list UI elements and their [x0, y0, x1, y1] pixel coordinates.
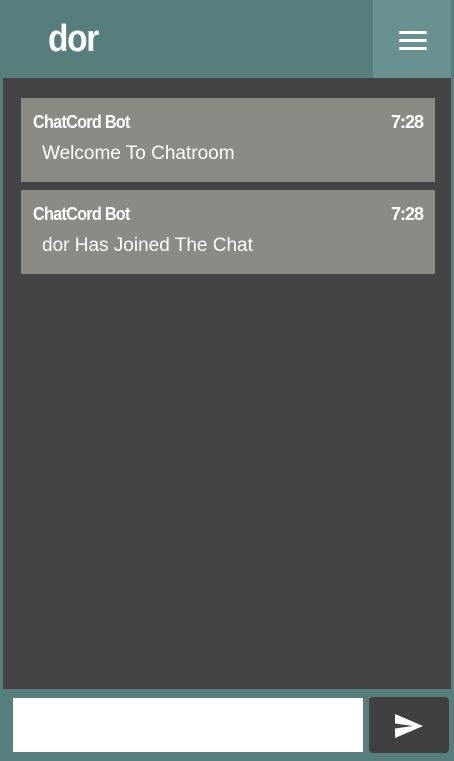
- message-item: ChatCord Bot 7:28 Welcome To Chatroom: [21, 98, 435, 182]
- message-text: Welcome To Chatroom: [42, 143, 235, 164]
- message-time: 7:28: [390, 204, 424, 224]
- menu-button[interactable]: [373, 0, 451, 78]
- message-list[interactable]: ChatCord Bot 7:28 Welcome To Chatroom Ch…: [21, 98, 435, 282]
- chat-app: dor ChatCord Bot 7:28 Welcome To Chatroo…: [0, 0, 454, 761]
- room-title: dor: [48, 18, 99, 60]
- message-composer: [3, 689, 451, 761]
- message-input[interactable]: [13, 698, 363, 752]
- chat-header: dor: [3, 0, 451, 78]
- message-username: ChatCord Bot: [33, 204, 130, 224]
- send-button[interactable]: [369, 697, 449, 753]
- message-item: ChatCord Bot 7:28 dor Has Joined The Cha…: [21, 190, 435, 274]
- message-text: dor Has Joined The Chat: [42, 235, 253, 256]
- message-username: ChatCord Bot: [33, 112, 130, 132]
- message-time: 7:28: [390, 112, 424, 132]
- send-icon: [395, 714, 423, 738]
